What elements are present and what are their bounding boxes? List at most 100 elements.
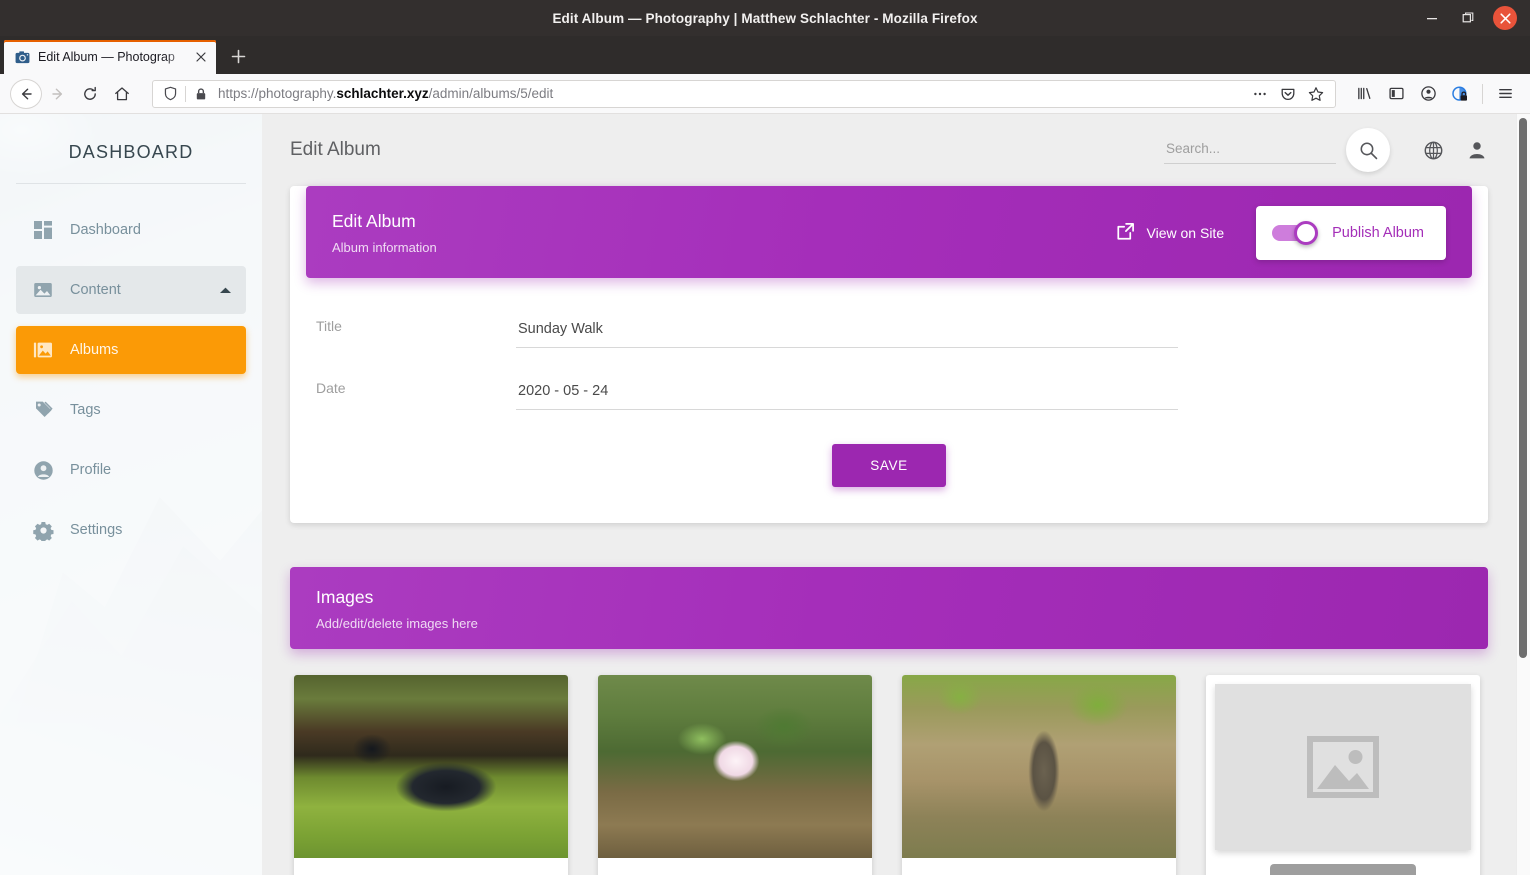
image-card[interactable] xyxy=(598,675,872,875)
home-icon[interactable] xyxy=(106,78,138,110)
edit-album-form: Title Date xyxy=(290,306,1488,523)
view-on-site-link[interactable]: View on Site xyxy=(1116,222,1225,244)
minimize-button[interactable] xyxy=(1421,7,1443,29)
title-label: Title xyxy=(316,318,342,334)
page-viewport: DASHBOARD Dashboard Content Albums Tags … xyxy=(0,114,1530,875)
search-button[interactable] xyxy=(1346,128,1390,172)
card-header-subtitle: Album information xyxy=(332,240,437,255)
tab-title: Edit Album — Photograp xyxy=(38,50,175,64)
thumbnail-squirrel[interactable] xyxy=(902,675,1176,858)
hamburger-menu-icon[interactable] xyxy=(1490,79,1520,109)
camera-icon xyxy=(14,49,30,65)
gear-icon xyxy=(30,520,56,541)
main-content: Edit Album Search... Edit Album Album in… xyxy=(262,114,1530,875)
image-card[interactable] xyxy=(902,675,1176,875)
publish-album-label: Publish Album xyxy=(1332,225,1424,241)
card-header-actions: View on Site Publish Album xyxy=(1116,206,1446,260)
card-header-title: Edit Album xyxy=(332,211,416,231)
sidebar-item-label: Content xyxy=(70,282,121,298)
browser-tab[interactable]: Edit Album — Photograp xyxy=(4,40,216,74)
url-actions xyxy=(1247,81,1329,107)
image-icon xyxy=(30,280,56,300)
images-header-title: Images xyxy=(316,587,374,607)
sidebar-item-albums[interactable]: Albums xyxy=(16,326,246,374)
toggle-knob xyxy=(1294,221,1319,245)
browser-toolbar-actions xyxy=(1349,79,1520,109)
url-bar[interactable]: https://photography.schlachter.xyz/admin… xyxy=(152,79,1336,108)
toggle-switch-icon[interactable] xyxy=(1272,221,1319,245)
title-field-wrap xyxy=(516,319,1178,348)
view-on-site-label: View on Site xyxy=(1146,225,1225,241)
tab-strip: Edit Album — Photograp xyxy=(0,36,1530,74)
images-section: Images Add/edit/delete images here xyxy=(290,567,1488,649)
save-button[interactable]: SAVE xyxy=(832,444,946,487)
close-button[interactable] xyxy=(1493,6,1517,30)
ellipsis-icon[interactable] xyxy=(1247,81,1273,107)
padlock-icon[interactable] xyxy=(190,83,212,105)
scrollbar-thumb[interactable] xyxy=(1519,118,1527,658)
sidebar-item-label: Tags xyxy=(70,402,101,418)
title-input[interactable] xyxy=(516,319,1178,348)
privacy-lock-icon[interactable] xyxy=(1445,79,1475,109)
thumbnail-trillium[interactable] xyxy=(598,675,872,858)
content-area: Edit Album Album information View on Sit… xyxy=(262,186,1530,875)
new-tab-button[interactable] xyxy=(223,41,253,71)
sidebar-item-label: Profile xyxy=(70,462,112,478)
sidebar-icon[interactable] xyxy=(1381,79,1411,109)
publish-album-toggle[interactable]: Publish Album xyxy=(1256,206,1446,260)
images-header-text: Images Add/edit/delete images here xyxy=(316,587,478,631)
search-input[interactable] xyxy=(1164,136,1336,164)
url-prefix: https://photography. xyxy=(218,86,337,101)
window-controls xyxy=(1421,6,1530,30)
image-card-footer xyxy=(902,858,1176,875)
chevron-up-icon[interactable] xyxy=(219,286,232,295)
sidebar-nav-list: Dashboard Content Albums Tags Profile Se… xyxy=(0,206,262,554)
images-card-header: Images Add/edit/delete images here xyxy=(290,567,1488,649)
firefox-window: Edit Album — Photography | Matthew Schla… xyxy=(0,0,1530,875)
edit-album-card: Edit Album Album information View on Sit… xyxy=(290,186,1488,523)
navigation-toolbar: https://photography.schlachter.xyz/admin… xyxy=(0,74,1530,114)
admin-sidebar: DASHBOARD Dashboard Content Albums Tags … xyxy=(0,114,262,875)
person-icon[interactable] xyxy=(1460,133,1494,167)
sidebar-brand: DASHBOARD xyxy=(68,142,194,162)
form-actions: SAVE xyxy=(316,444,1462,487)
sidebar-item-tags[interactable]: Tags xyxy=(16,386,246,434)
main-scroll-area: Edit Album Search... Edit Album Album in… xyxy=(262,114,1530,875)
sidebar-item-profile[interactable]: Profile xyxy=(16,446,246,494)
page-title: Edit Album xyxy=(290,139,381,160)
upload-image-button[interactable] xyxy=(1270,864,1416,875)
image-card[interactable] xyxy=(294,675,568,875)
sidebar-item-label: Dashboard xyxy=(70,222,141,238)
page-scrollbar[interactable] xyxy=(1516,114,1530,875)
star-icon[interactable] xyxy=(1303,81,1329,107)
topbar-actions xyxy=(1164,128,1494,172)
pocket-icon[interactable] xyxy=(1275,81,1301,107)
url-text[interactable]: https://photography.schlachter.xyz/admin… xyxy=(212,86,1247,101)
user-circle-icon xyxy=(30,460,56,481)
form-row-title: Title xyxy=(316,310,1462,348)
library-icon[interactable] xyxy=(1349,79,1379,109)
account-icon[interactable] xyxy=(1413,79,1443,109)
back-arrow-icon[interactable] xyxy=(10,78,42,109)
forward-arrow-icon xyxy=(42,78,74,110)
card-header-text: Edit Album Album information xyxy=(332,211,437,255)
image-placeholder-icon xyxy=(1215,684,1471,850)
reload-icon[interactable] xyxy=(74,78,106,110)
window-title: Edit Album — Photography | Matthew Schla… xyxy=(552,10,978,26)
dashboard-grid-icon xyxy=(30,220,56,240)
tracking-protection-shield-icon[interactable] xyxy=(159,83,181,105)
images-header-subtitle: Add/edit/delete images here xyxy=(316,616,478,631)
globe-icon[interactable] xyxy=(1416,133,1450,167)
sidebar-item-settings[interactable]: Settings xyxy=(16,506,246,554)
window-titlebar: Edit Album — Photography | Matthew Schla… xyxy=(0,0,1530,36)
thumbnail-crow[interactable] xyxy=(294,675,568,858)
sidebar-item-dashboard[interactable]: Dashboard xyxy=(16,206,246,254)
tab-close-icon[interactable] xyxy=(192,48,210,66)
toolbar-divider xyxy=(1482,83,1483,104)
external-link-icon xyxy=(1116,222,1147,244)
add-image-card[interactable] xyxy=(1206,675,1480,875)
sidebar-item-content[interactable]: Content xyxy=(16,266,246,314)
date-input[interactable] xyxy=(516,381,1178,410)
maximize-button[interactable] xyxy=(1457,7,1479,29)
image-card-footer xyxy=(598,858,872,875)
